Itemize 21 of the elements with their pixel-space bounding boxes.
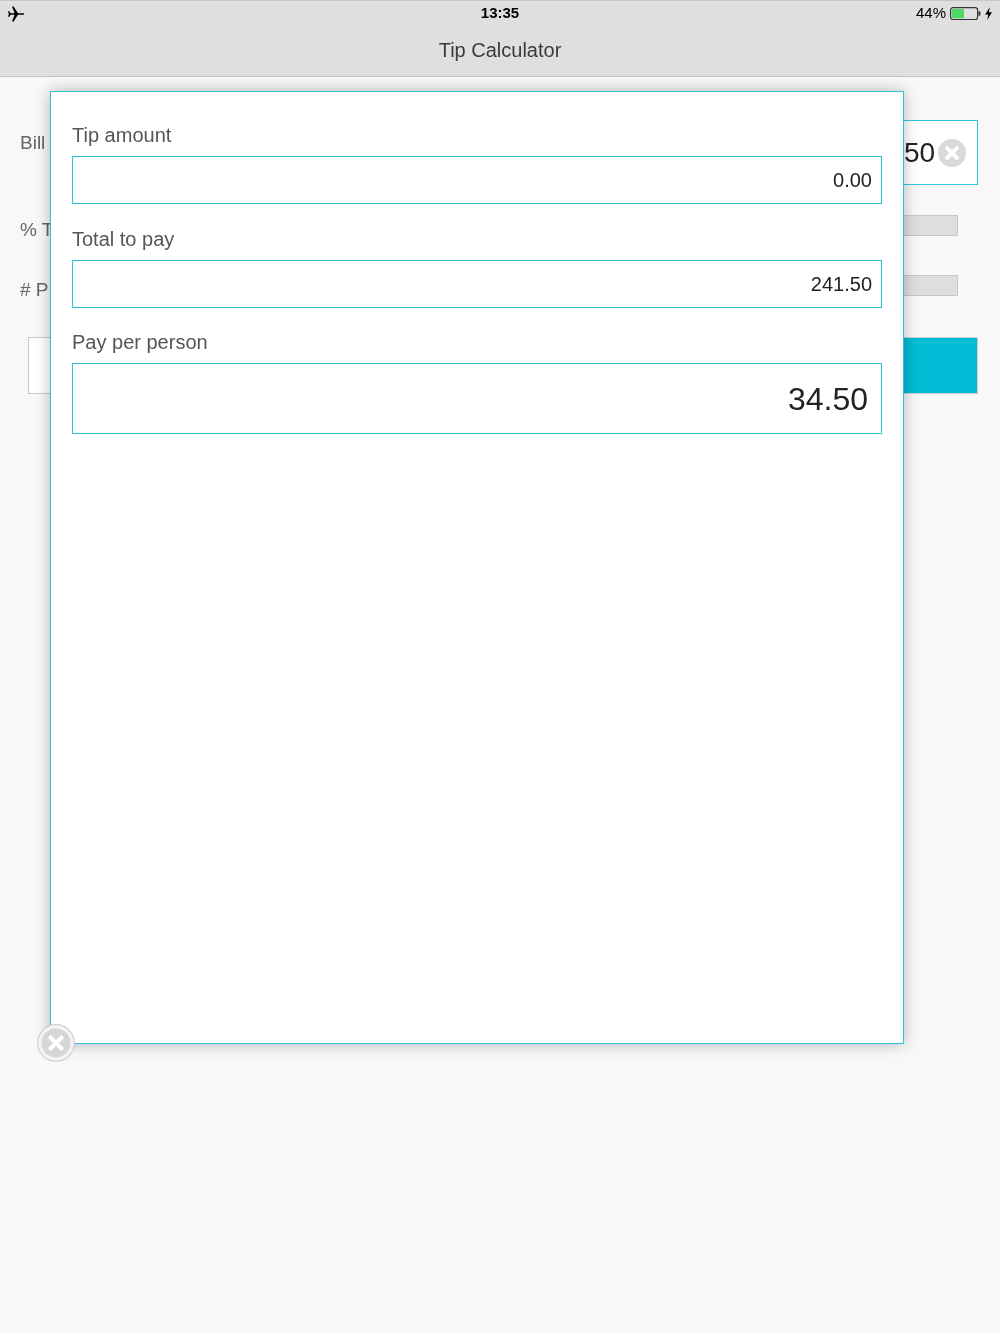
action-button[interactable] [28, 337, 50, 394]
field-label: Bill [20, 131, 46, 155]
status-time: 13:35 [480, 3, 520, 24]
battery-percentage: 44% [915, 3, 946, 24]
field-label: # P [20, 278, 49, 302]
output-field[interactable]: 241.50 [72, 260, 882, 308]
field-label: Tip amount [72, 123, 173, 147]
action-button[interactable] [904, 337, 978, 394]
close-icon[interactable] [37, 1024, 75, 1062]
field-label: Total to pay [72, 227, 176, 251]
charging-icon [985, 7, 992, 20]
bill-field[interactable]: 50 [904, 120, 978, 185]
battery-icon [950, 7, 981, 20]
field-label: Pay per person [72, 330, 209, 354]
slider-track[interactable] [904, 215, 958, 236]
output-field[interactable]: 34.50 [72, 363, 882, 434]
output-field[interactable]: 0.00 [72, 156, 882, 204]
slider-track[interactable] [904, 275, 958, 296]
nav-title: Tip Calculator [438, 38, 562, 63]
airplane-icon [8, 5, 24, 22]
clear-icon[interactable] [938, 138, 967, 167]
